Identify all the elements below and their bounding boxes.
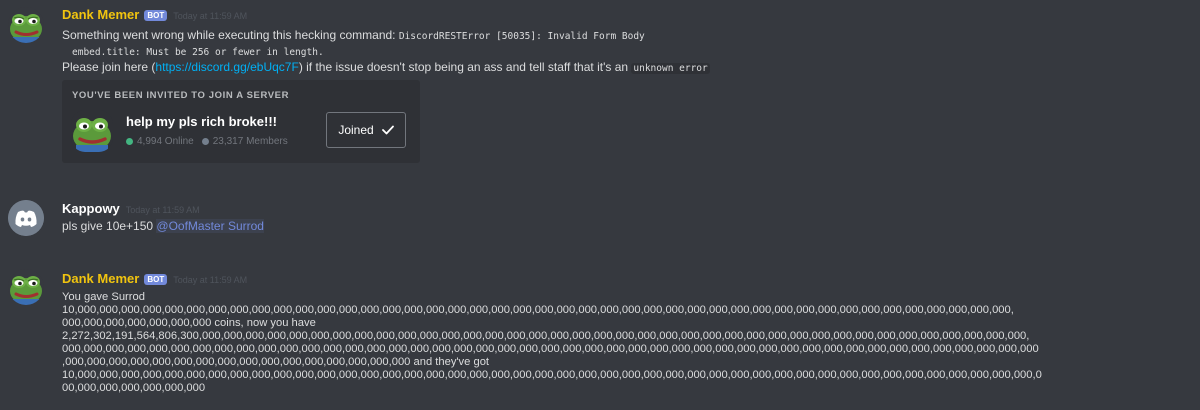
author-name[interactable]: Dank Memer	[62, 271, 139, 286]
pepe-frog-avatar[interactable]	[8, 269, 44, 305]
online-count: 4,994 Online	[137, 136, 194, 147]
server-invite-card: YOU'VE BEEN INVITED TO JOIN A SERVER hel…	[62, 80, 420, 163]
invite-title: YOU'VE BEEN INVITED TO JOIN A SERVER	[72, 90, 290, 101]
server-name[interactable]: help my pls rich broke!!!	[126, 114, 277, 129]
timestamp: Today at 11:59 AM	[173, 11, 248, 21]
joined-label: Joined	[338, 123, 374, 137]
invite-link[interactable]: https://discord.gg/ebUqc7F	[155, 60, 298, 74]
author-name[interactable]: Kappowy	[62, 201, 120, 216]
joined-button[interactable]: Joined	[326, 112, 406, 148]
inline-code: unknown error	[631, 63, 710, 74]
error-detail-code: embed.title: Must be 256 or fewer in len…	[72, 47, 324, 58]
bot-tag: BOT	[144, 10, 168, 21]
message-line: 10,000,000,000,000,000,000,000,000,000,0…	[62, 304, 1014, 316]
message-text: Something went wrong while executing thi…	[62, 28, 399, 42]
bot-tag: BOT	[144, 274, 168, 285]
message-line: 10,000,000,000,000,000,000,000,000,000,0…	[62, 369, 1042, 381]
timestamp: Today at 11:59 AM	[125, 205, 200, 215]
online-dot-icon	[126, 138, 133, 145]
message-text: pls give 10e+150	[62, 219, 157, 233]
error-code: DiscordRESTError [50035]: Invalid Form B…	[398, 31, 645, 42]
pepe-frog-avatar[interactable]	[8, 7, 44, 43]
checkmark-icon	[381, 125, 394, 135]
message-text: Please join here (	[62, 60, 156, 74]
pepe-frog-server-icon[interactable]	[71, 110, 113, 152]
discord-logo-avatar[interactable]	[8, 200, 44, 236]
message-line: Please join here (https://discord.gg/ebU…	[62, 60, 1194, 76]
message-line: 00,000,000,000,000,000,000	[62, 382, 206, 394]
message-line: 2,272,302,191,564,806,300,000,000,000,00…	[62, 330, 1030, 342]
server-stats: 4,994 Online 23,317 Members	[126, 136, 288, 147]
author-name[interactable]: Dank Memer	[62, 7, 139, 22]
message-line: Something went wrong while executing thi…	[62, 28, 1194, 44]
chat-log: Dank Memer BOT Today at 11:59 AM Somethi…	[0, 0, 1200, 410]
member-count: 23,317 Members	[212, 136, 288, 147]
message-line: 000,000,000,000,000,000,000,000,000,000,…	[62, 343, 1039, 355]
message-line: embed.title: Must be 256 or fewer in len…	[62, 44, 1194, 60]
message-line: pls give 10e+150 @OofMaster Surrod	[62, 219, 1194, 233]
message-text: ) if the issue doesn't stop being an ass…	[298, 60, 632, 74]
message-line: You gave Surrod	[62, 291, 145, 303]
message-line: ,000,000,000,000,000,000,000,000,000,000…	[62, 356, 490, 368]
message-line: 000,000,000,000,000,000,000 coins, now y…	[62, 317, 316, 329]
timestamp: Today at 11:59 AM	[173, 275, 248, 285]
member-dot-icon	[201, 138, 209, 145]
user-mention[interactable]: @OofMaster Surrod	[156, 219, 264, 233]
